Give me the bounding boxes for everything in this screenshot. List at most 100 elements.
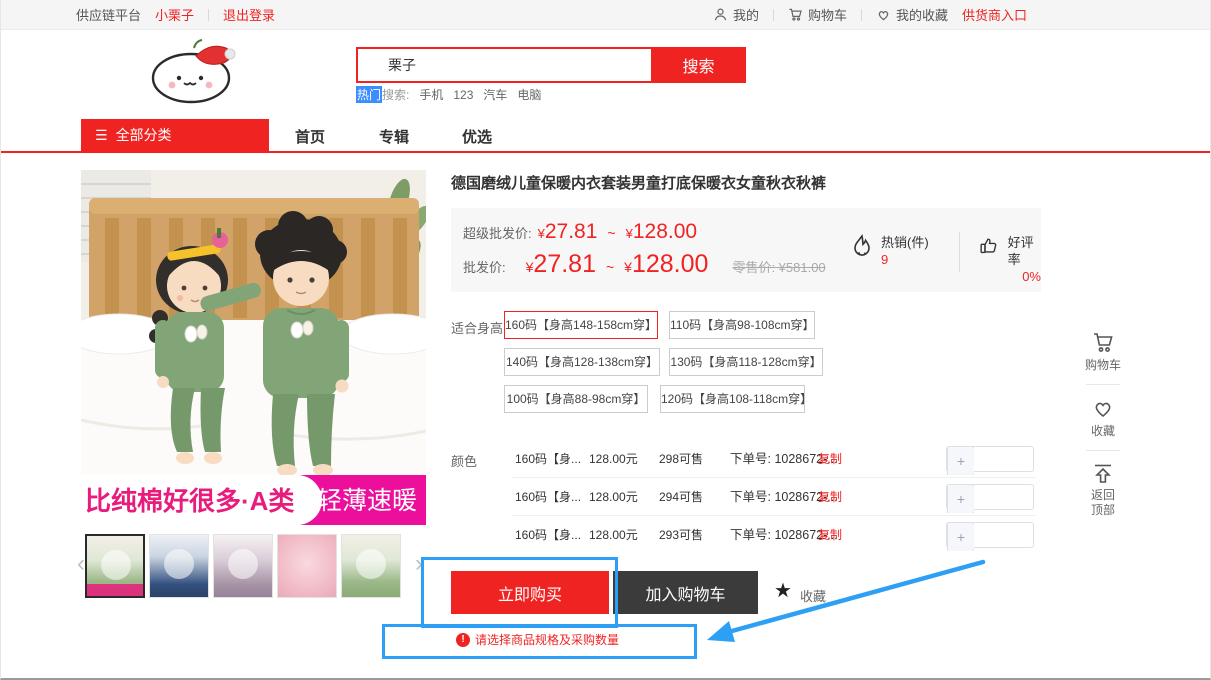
size-section-label: 适合身高 (451, 318, 503, 337)
hot-sales-stat: 热销(件) 9 (851, 234, 929, 268)
sku-name: 160码【身... (515, 483, 581, 511)
platform-label: 供应链平台 (76, 5, 141, 24)
wholesale-label: 批发价: (463, 257, 506, 276)
sidebar-favorite-button[interactable]: 收藏 (1079, 392, 1127, 443)
divider (861, 9, 862, 21)
hot-term[interactable]: 汽车 (483, 86, 507, 103)
heart-icon (876, 7, 891, 22)
sku-price: 128.00元 (589, 521, 638, 549)
back-to-top-button[interactable]: 返回顶部 (1079, 458, 1127, 522)
flame-icon (851, 234, 873, 260)
sku-stock: 294可售 (659, 483, 703, 511)
price-box: 超级批发价: ¥27.81 ~ ¥128.00 批发价: ¥27.81 ~ ¥1… (451, 208, 1041, 292)
super-wholesale-label: 超级批发价: (463, 223, 532, 242)
rating-stat: 好评率 0% (979, 234, 1041, 285)
floating-sidebar: 购物车 收藏 返回顶部 (1079, 326, 1127, 522)
supplier-entry-link[interactable]: 供货商入口 (962, 5, 1027, 24)
hot-term[interactable]: 电脑 (517, 86, 541, 103)
hot-term[interactable]: 手机 (419, 86, 443, 103)
divider (208, 9, 209, 21)
price-tilde: ~ (603, 225, 619, 241)
qty-plus-button[interactable]: + (947, 523, 974, 551)
sku-row: 160码【身... 128.00元 294可售 下单号: 1028672-...… (1, 483, 1211, 511)
copy-link[interactable]: 复制 (818, 445, 842, 473)
wholesale-row: 批发价: ¥27.81 ~ ¥128.00 零售价: ¥581.00 (463, 250, 826, 279)
thumbs-up-icon (979, 234, 1000, 258)
all-categories-label: 全部分类 (116, 125, 172, 145)
hot-search-highlight: 热门 (356, 86, 382, 103)
error-message-row: ! 请选择商品规格及采购数量 (456, 631, 619, 648)
add-to-cart-button[interactable]: 加入购物车 (613, 571, 758, 614)
sku-name: 160码【身... (515, 521, 581, 549)
price-high: 128.00 (633, 220, 697, 243)
size-option[interactable]: 110码【身高98-108cm穿】 (669, 311, 815, 339)
sku-row: 160码【身... 128.00元 293可售 下单号: 1028672-...… (1, 521, 1211, 549)
nav-item-albums[interactable]: 专辑 (379, 126, 409, 147)
hot-term[interactable]: 123 (453, 88, 473, 102)
search-bar: 搜索 (356, 47, 746, 83)
copy-link[interactable]: 复制 (818, 483, 842, 511)
nav-item-featured[interactable]: 优选 (462, 126, 492, 147)
cart-link[interactable]: 购物车 (788, 5, 847, 24)
my-account-link[interactable]: 我的 (713, 5, 759, 24)
copy-link[interactable]: 复制 (818, 521, 842, 549)
cart-label: 购物车 (808, 5, 847, 24)
hot-sales-label: 热销(件) (881, 234, 929, 251)
favorites-link[interactable]: 我的收藏 (876, 5, 948, 24)
price-high: 128.00 (632, 250, 708, 278)
currency: ¥ (538, 226, 545, 241)
retail-price: 零售价: ¥581.00 (732, 257, 825, 276)
back-to-top-icon (1091, 462, 1115, 486)
divider (773, 9, 774, 21)
sku-price: 128.00元 (589, 483, 638, 511)
size-option[interactable]: 130码【身高118-128cm穿】 (669, 348, 823, 376)
thumbnail-prev-icon[interactable]: ‹ (77, 552, 85, 576)
site-logo[interactable] (141, 34, 246, 106)
favorite-label[interactable]: 收藏 (800, 586, 826, 605)
rating-value: 0% (1008, 268, 1041, 285)
thumbnail-label-strip (87, 584, 143, 596)
currency: ¥ (624, 259, 632, 275)
size-option[interactable]: 160码【身高148-158cm穿】 (504, 311, 658, 339)
sidebar-cart-label: 购物车 (1079, 356, 1127, 373)
topbar: 供应链平台 小栗子 退出登录 我的 购物车 我的收藏 供货商入口 (1, 0, 1211, 30)
quantity-stepper: - 0 + (946, 484, 1034, 510)
sku-name: 160码【身... (515, 445, 581, 473)
qty-plus-button[interactable]: + (947, 485, 974, 513)
heart-icon (1091, 396, 1115, 420)
thumbnail-figure (356, 549, 386, 579)
thumbnail-next-icon[interactable]: › (415, 552, 423, 576)
sidebar-cart-button[interactable]: 购物车 (1079, 326, 1127, 377)
page: 供应链平台 小栗子 退出登录 我的 购物车 我的收藏 供货商入口 (0, 0, 1211, 680)
thumbnail-figure (228, 549, 258, 579)
size-option[interactable]: 120码【身高108-118cm穿】 (660, 385, 805, 413)
hot-search-row: 热门 搜索: 手机 123 汽车 电脑 (356, 86, 541, 103)
search-input[interactable] (356, 47, 651, 83)
back-to-top-label: 返回顶部 (1089, 488, 1117, 518)
nav-underline (1, 151, 1211, 153)
search-button[interactable]: 搜索 (651, 47, 746, 83)
size-option[interactable]: 100码【身高88-98cm穿】 (504, 385, 648, 413)
sku-price: 128.00元 (589, 445, 638, 473)
error-icon: ! (456, 633, 470, 647)
stat-divider (959, 232, 960, 272)
product-title: 德国磨绒儿童保暖内衣套装男童打底保暖衣女童秋衣秋裤 (451, 172, 1031, 193)
topbar-right: 我的 购物车 我的收藏 供货商入口 (713, 0, 1027, 29)
hot-sales-value: 9 (881, 251, 929, 268)
topbar-left: 供应链平台 小栗子 退出登录 (76, 0, 275, 29)
sku-row: 160码【身... 128.00元 298可售 下单号: 1028672-...… (1, 445, 1211, 473)
all-categories-button[interactable]: ☰ 全部分类 (81, 119, 269, 151)
username-link[interactable]: 小栗子 (155, 5, 194, 24)
rating-label: 好评率 (1008, 234, 1041, 268)
error-message: 请选择商品规格及采购数量 (475, 631, 619, 648)
cart-icon (788, 7, 803, 22)
logout-link[interactable]: 退出登录 (223, 5, 275, 24)
size-option[interactable]: 140码【身高128-138cm穿】 (504, 348, 660, 376)
nav-item-home[interactable]: 首页 (295, 126, 325, 147)
qty-plus-button[interactable]: + (947, 447, 974, 475)
price-tilde: ~ (602, 259, 618, 275)
cart-icon (1091, 330, 1115, 354)
buy-now-button[interactable]: 立即购买 (451, 571, 609, 614)
sku-stock: 293可售 (659, 521, 703, 549)
favorite-star-icon[interactable]: ★ (774, 581, 792, 601)
